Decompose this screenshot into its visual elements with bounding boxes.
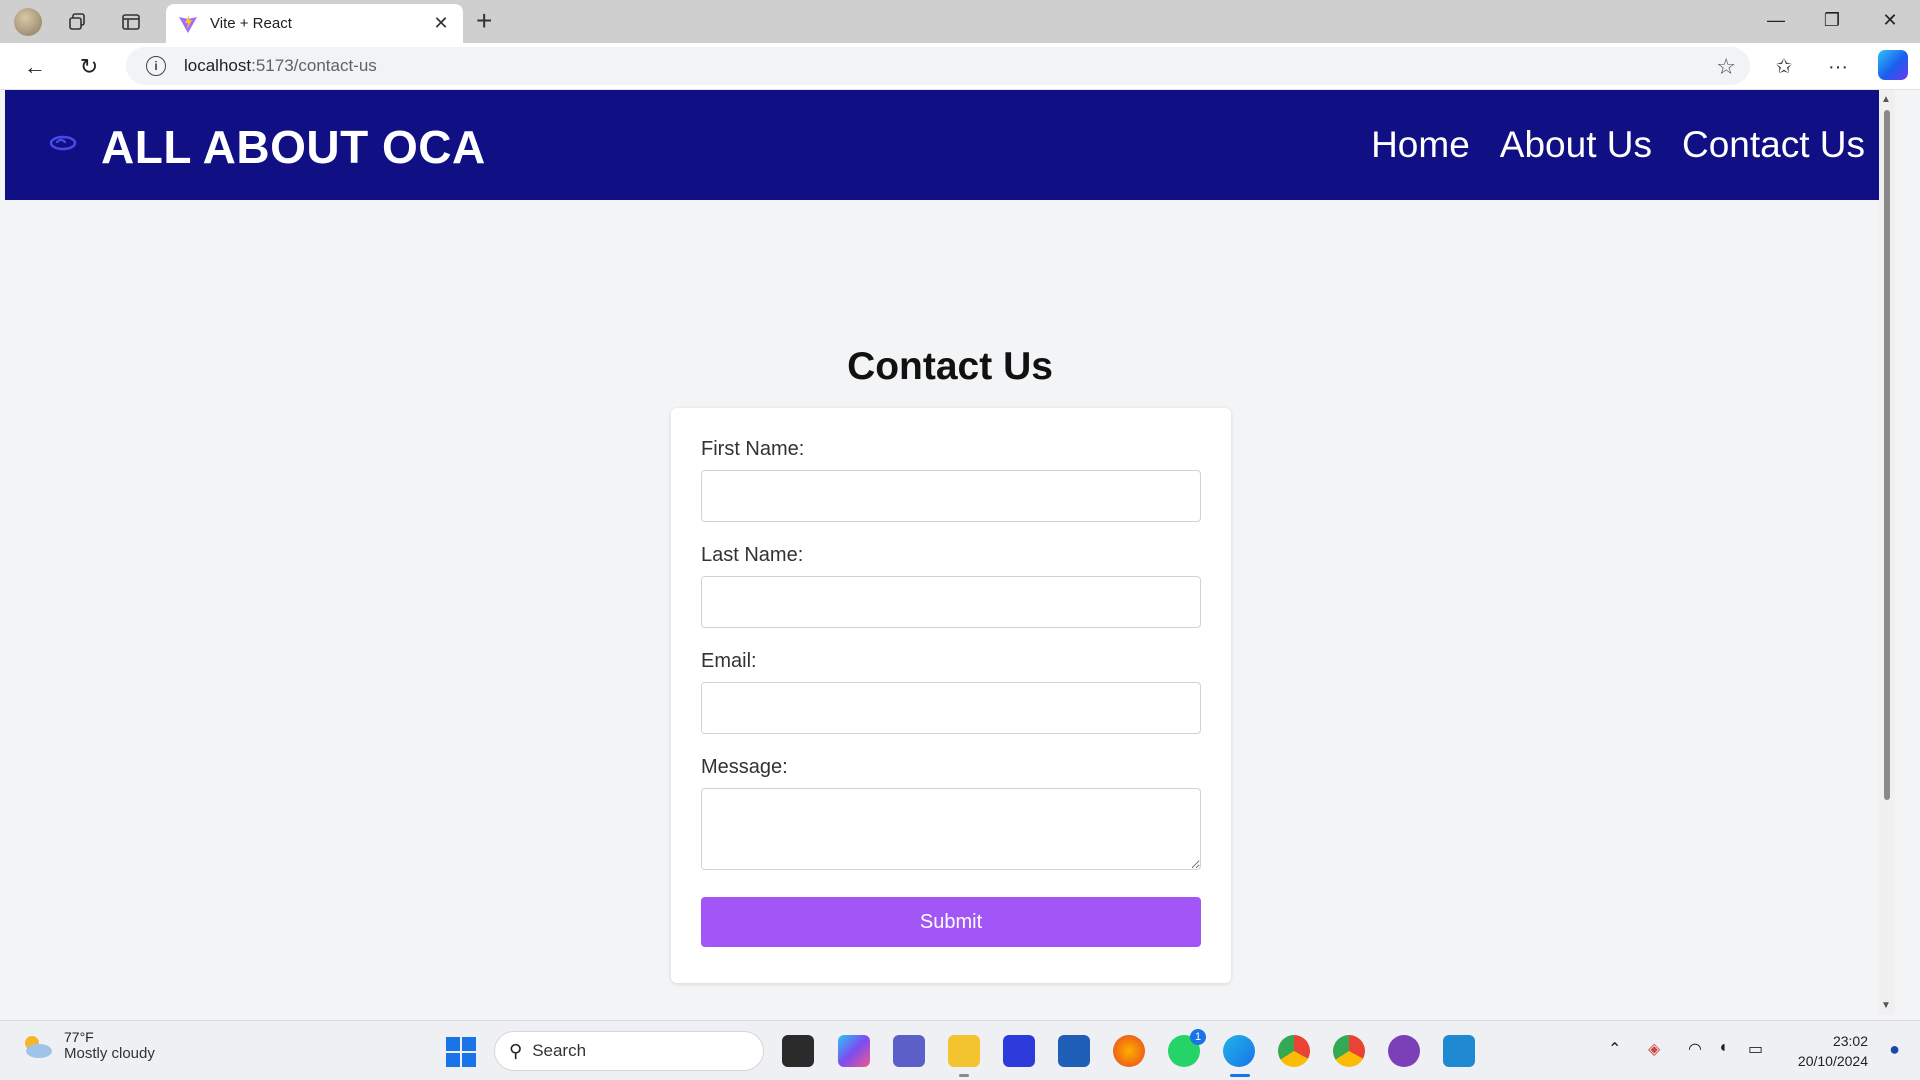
- last-name-field[interactable]: [701, 576, 1201, 628]
- store-app-icon[interactable]: [1058, 1035, 1090, 1067]
- minimize-icon[interactable]: —: [1756, 10, 1796, 31]
- brand-logo-icon: [49, 135, 77, 151]
- browser-tab-bar: Vite + React ✕ + — ❐ ✕: [0, 0, 1920, 43]
- show-hidden-icons-icon[interactable]: ⌃: [1608, 1039, 1621, 1059]
- notification-bell-icon[interactable]: ●: [1889, 1039, 1900, 1060]
- scroll-up-icon[interactable]: ▲: [1881, 94, 1891, 105]
- firefox-app-icon[interactable]: [1113, 1035, 1145, 1067]
- first-name-field[interactable]: [701, 470, 1201, 522]
- url-host: localhost: [184, 56, 252, 75]
- chrome-app-icon[interactable]: [1278, 1035, 1310, 1067]
- browser-toolbar: ← ↻ i localhost:5173/contact-us ☆ ✩ ···: [0, 43, 1920, 90]
- new-tab-button[interactable]: +: [476, 6, 492, 36]
- workspaces-icon[interactable]: [58, 8, 96, 36]
- back-icon[interactable]: ←: [20, 53, 50, 81]
- weather-widget[interactable]: 77°F Mostly cloudy: [20, 1029, 155, 1062]
- contact-form: First Name: Last Name: Email: Message: S…: [671, 408, 1231, 983]
- windows-start-icon[interactable]: [446, 1037, 476, 1067]
- taskbar-search[interactable]: ⚲ Search: [494, 1031, 764, 1071]
- scroll-down-icon[interactable]: ▼: [1881, 1000, 1891, 1011]
- message-label: Message:: [701, 756, 788, 778]
- restore-icon[interactable]: ❐: [1812, 10, 1852, 31]
- first-name-label: First Name:: [701, 438, 805, 460]
- github-app-icon[interactable]: [1388, 1035, 1420, 1067]
- nav-link-home[interactable]: Home: [1371, 124, 1470, 166]
- page-viewport: ALL ABOUT OCA Home About Us Contact Us C…: [5, 90, 1895, 1015]
- volume-icon[interactable]: ◖: [1718, 1039, 1728, 1057]
- wifi-icon[interactable]: ◠: [1688, 1039, 1702, 1059]
- copilot-app-icon[interactable]: [838, 1035, 870, 1067]
- site-brand[interactable]: ALL ABOUT OCA: [101, 120, 486, 174]
- avatar: [14, 8, 42, 36]
- nav-link-contact-us[interactable]: Contact Us: [1682, 124, 1865, 166]
- teams-app-icon[interactable]: [893, 1035, 925, 1067]
- site-info-icon[interactable]: i: [146, 56, 166, 76]
- file-explorer-icon[interactable]: [948, 1035, 980, 1067]
- security-tray-icon[interactable]: ◈: [1648, 1039, 1660, 1059]
- more-options-icon[interactable]: ···: [1822, 53, 1854, 81]
- active-indicator: [1230, 1074, 1250, 1077]
- tab-title: Vite + React: [210, 15, 292, 32]
- clock-time: 23:02: [1832, 1033, 1868, 1049]
- page-scrollbar[interactable]: ▲ ▼: [1879, 90, 1895, 1015]
- whatsapp-badge: 1: [1190, 1029, 1206, 1045]
- taskbar: 77°F Mostly cloudy ⚲ Search 1 ⌃ ◈ ◠ ◖ ▭ …: [0, 1020, 1920, 1080]
- scrollbar-thumb[interactable]: [1884, 110, 1890, 800]
- vite-logo-icon: [179, 14, 197, 33]
- battery-icon[interactable]: ▭: [1748, 1039, 1763, 1059]
- weather-cloud-icon: [25, 1035, 52, 1058]
- whatsapp-app-icon[interactable]: 1: [1168, 1029, 1206, 1067]
- url-text: localhost:5173/contact-us: [184, 56, 377, 76]
- vertical-tabs-icon[interactable]: [112, 8, 150, 36]
- email-label: Email:: [701, 650, 757, 672]
- taskbar-clock[interactable]: 23:02 20/10/2024: [1798, 1031, 1868, 1071]
- dev-app-icon[interactable]: [1003, 1035, 1035, 1067]
- favorites-icon[interactable]: ✩: [1768, 53, 1800, 81]
- close-tab-icon[interactable]: ✕: [431, 13, 451, 34]
- search-icon: ⚲: [509, 1040, 523, 1061]
- running-indicator: [959, 1074, 969, 1077]
- profile-avatar[interactable]: [9, 8, 47, 36]
- copilot-icon[interactable]: [1878, 50, 1908, 80]
- chrome-profile-app-icon[interactable]: [1333, 1035, 1365, 1067]
- weather-description: Mostly cloudy: [64, 1045, 155, 1062]
- favorite-star-icon[interactable]: ☆: [1716, 54, 1736, 80]
- terminal-app-icon[interactable]: [782, 1035, 814, 1067]
- page-title: Contact Us: [847, 345, 1053, 388]
- last-name-label: Last Name:: [701, 544, 804, 566]
- nav-link-about-us[interactable]: About Us: [1500, 124, 1652, 166]
- email-field[interactable]: [701, 682, 1201, 734]
- site-navbar: ALL ABOUT OCA Home About Us Contact Us: [5, 90, 1895, 200]
- address-bar[interactable]: i localhost:5173/contact-us ☆: [126, 47, 1750, 85]
- weather-temperature: 77°F: [64, 1029, 94, 1045]
- edge-app-icon[interactable]: [1223, 1035, 1255, 1067]
- browser-tab-active[interactable]: Vite + React ✕: [166, 4, 463, 43]
- submit-button[interactable]: Submit: [701, 897, 1201, 947]
- site-nav-links: Home About Us Contact Us: [1371, 124, 1865, 166]
- clock-date: 20/10/2024: [1797, 1053, 1868, 1069]
- vscode-app-icon[interactable]: [1443, 1035, 1475, 1067]
- reload-icon[interactable]: ↻: [74, 53, 104, 81]
- close-window-icon[interactable]: ✕: [1870, 10, 1910, 31]
- url-path: :5173/contact-us: [251, 56, 377, 75]
- taskbar-search-label: Search: [532, 1041, 587, 1060]
- message-field[interactable]: [701, 788, 1201, 870]
